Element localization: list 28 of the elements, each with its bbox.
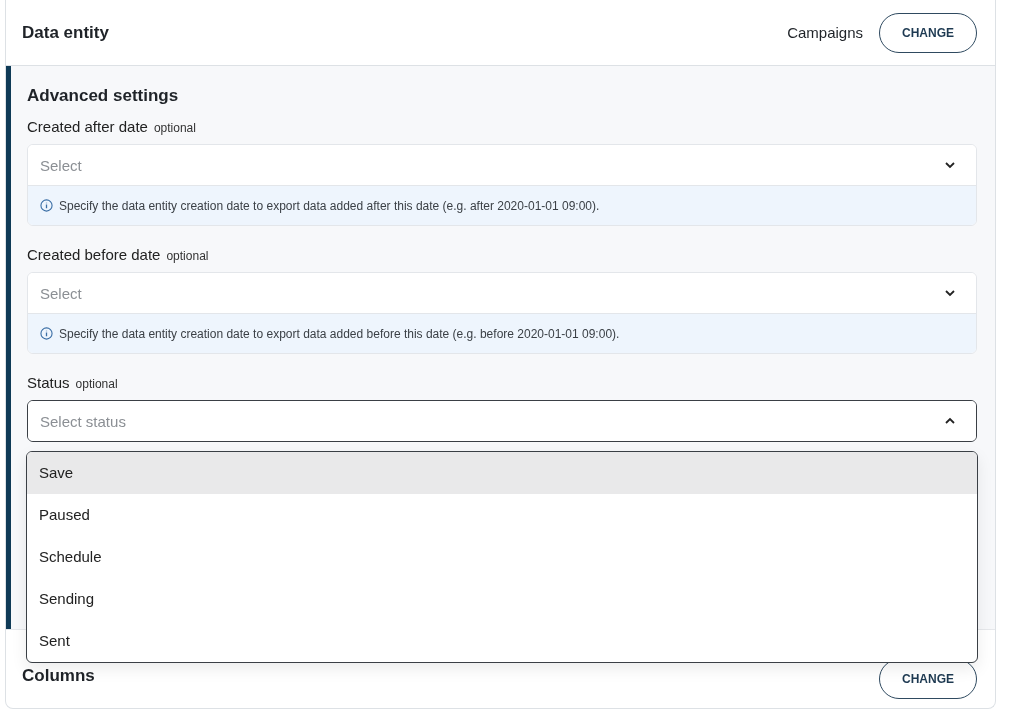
select-placeholder: Select	[40, 156, 82, 174]
menu-option[interactable]: Paused	[27, 494, 977, 536]
info-icon	[40, 199, 53, 212]
field-label: Created after date	[27, 118, 148, 135]
menu-option[interactable]: Sent	[27, 620, 977, 662]
chevron-up-icon	[944, 417, 956, 425]
info-icon	[40, 327, 53, 340]
menu-option[interactable]: Sending	[27, 578, 977, 620]
select-placeholder: Select status	[40, 412, 126, 430]
menu-option[interactable]: Schedule	[27, 536, 977, 578]
menu-option[interactable]: Save	[27, 452, 977, 494]
optional-label: optional	[166, 249, 209, 263]
panel-title: Advanced settings	[27, 86, 180, 106]
chevron-down-icon	[944, 289, 956, 297]
field-label: Created before date	[27, 246, 161, 263]
change-button[interactable]: CHANGE	[879, 12, 977, 53]
optional-label: optional	[75, 377, 118, 391]
field-label: Status	[27, 374, 70, 391]
optional-label: optional	[153, 121, 196, 135]
select-placeholder: Select	[40, 284, 82, 302]
entity-value: Campaigns	[787, 24, 863, 41]
section-title: Data entity	[22, 22, 110, 43]
chevron-down-icon	[944, 161, 956, 169]
section-title: Columns	[22, 666, 95, 686]
select-field[interactable]: Select Specify the data entity creation date to export data added before this date (e.g. before 2020-01-01 09:00).	[27, 272, 977, 354]
hint-text: Specify the data entity creation date to export data added before this date (e.g. before 2020-01-01 09:00).	[59, 326, 620, 341]
hint-text: Specify the data entity creation date to export data added after this date (e.g. after 2020-01-01 09:00).	[59, 198, 600, 213]
select-field[interactable]: Select Specify the data entity creation date to export data added after this date (e.g. after 2020-01-01 09:00).	[27, 144, 977, 226]
